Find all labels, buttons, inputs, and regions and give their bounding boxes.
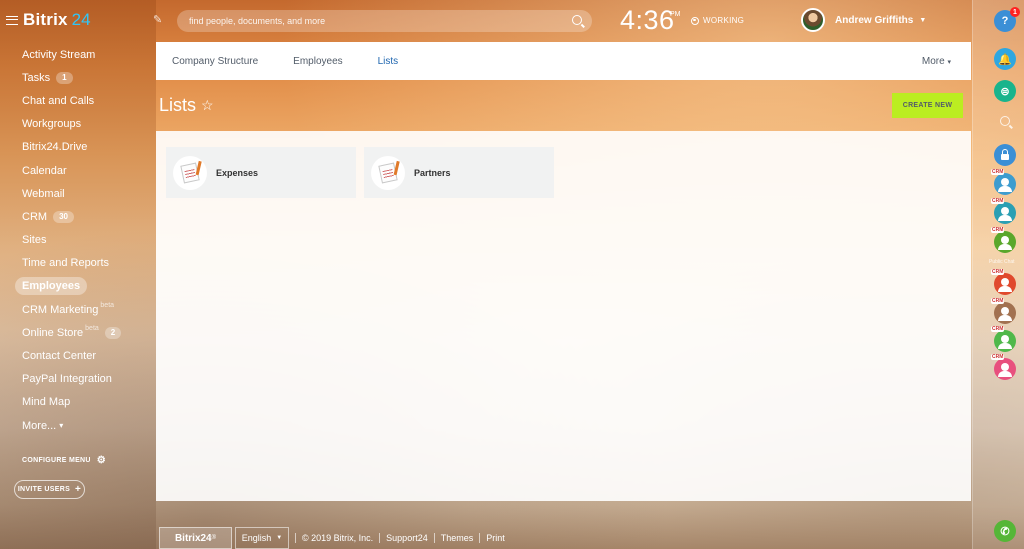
footer-link-themes[interactable]: Themes (441, 533, 474, 543)
copyright: © 2019 Bitrix, Inc. (302, 533, 374, 543)
crm-contact-icon[interactable]: CRM (991, 298, 1016, 324)
invite-users-label: INVITE USERS (17, 486, 71, 493)
crm-contact-icon[interactable]: CRM (991, 227, 1016, 253)
sidebar-item-contact-center[interactable]: Contact Center (0, 344, 156, 367)
gear-icon: ⚙ (96, 455, 107, 466)
search-icon[interactable] (572, 15, 582, 25)
plus-icon: + (75, 484, 82, 495)
lists-panel: Expenses Partners (156, 131, 971, 501)
phone-icon[interactable]: ✆ (994, 520, 1016, 542)
work-status-icon (691, 16, 699, 25)
crm-counter: 30 (53, 210, 74, 223)
work-status-label: WORKING (703, 16, 745, 25)
list-item-label: Partners (414, 167, 451, 178)
chat-icon[interactable]: ⊜ (994, 80, 1016, 102)
main-menu: Activity Stream Tasks 1 Chat and Calls Wo… (0, 43, 156, 437)
search-icon[interactable] (1000, 116, 1010, 126)
brand-logo-number[interactable]: 24 (72, 10, 91, 30)
sidebar-item-workgroups[interactable]: Workgroups (0, 113, 156, 136)
tabs-more-label: More (921, 56, 945, 67)
sidebar-item-chat-and-calls[interactable]: Chat and Calls (0, 89, 156, 112)
search-bar[interactable] (177, 10, 592, 32)
beta-badge: beta (85, 325, 99, 333)
notepad-icon (378, 162, 398, 183)
right-sidebar: ? 1 🔔 ⊜ CRM CRM CRM Public Chat CRM CRM … (972, 0, 1024, 549)
clock-ampm: PM (670, 11, 681, 18)
language-select[interactable]: English ▼ (235, 527, 289, 549)
configure-menu-button[interactable]: CONFIGURE MENU ⚙ (22, 455, 106, 466)
page-title-text: Lists (159, 95, 197, 115)
left-sidebar: Bitrix 24 Activity Stream Tasks 1 Chat an… (0, 0, 156, 549)
top-tabs: Company Structure Employees Lists More ▾ (156, 42, 971, 80)
beta-badge: beta (100, 302, 115, 310)
work-status[interactable]: WORKING (691, 16, 744, 25)
tab-lists[interactable]: Lists (378, 56, 399, 67)
sidebar-item-paypal-integration[interactable]: PayPal Integration (0, 368, 156, 391)
footer: Bitrix24 ® English ▼ © 2019 Bitrix, Inc. S… (159, 527, 505, 549)
sidebar-item-time-and-reports[interactable]: Time and Reports (0, 252, 156, 275)
footer-divider (433, 533, 435, 543)
crm-contact-icon[interactable]: CRM (991, 198, 1016, 224)
language-label: English (241, 533, 272, 543)
tab-company-structure[interactable]: Company Structure (172, 56, 258, 67)
user-menu[interactable]: Andrew Griffiths ▼ (801, 8, 926, 32)
lock-icon[interactable] (994, 144, 1016, 166)
list-icon (173, 155, 207, 190)
registered-icon: ® (211, 535, 217, 541)
user-name[interactable]: Andrew Griffiths (835, 15, 913, 26)
sidebar-item-sites[interactable]: Sites (0, 229, 156, 252)
list-item[interactable]: Partners (364, 147, 554, 198)
invite-users-button[interactable]: INVITE USERS + (14, 480, 85, 499)
chevron-down-icon: ▾ (947, 59, 951, 66)
sidebar-item-crm[interactable]: CRM 30 (0, 205, 156, 228)
sidebar-item-online-store[interactable]: Online Store beta 2 (0, 321, 156, 344)
tabs-more-button[interactable]: More ▾ (922, 56, 951, 67)
chevron-down-icon: ▼ (276, 535, 283, 541)
sidebar-item-activity-stream[interactable]: Activity Stream (0, 43, 156, 66)
footer-link-support[interactable]: Support24 (386, 533, 428, 543)
sidebar-item-calendar[interactable]: Calendar (0, 159, 156, 182)
list-item-label: Expenses (216, 167, 259, 178)
sidebar-item-mind-map[interactable]: Mind Map (0, 391, 156, 414)
create-new-button[interactable]: CREATE NEW (892, 93, 963, 118)
sidebar-item-tasks[interactable]: Tasks 1 (0, 66, 156, 89)
avatar[interactable] (801, 8, 825, 32)
star-icon[interactable]: ☆ (201, 97, 214, 114)
online-store-counter: 2 (104, 326, 122, 339)
crm-contact-icon[interactable]: CRM (991, 326, 1016, 352)
crm-contact-icon[interactable]: CRM (991, 354, 1016, 380)
footer-divider (479, 533, 481, 543)
logo-row: Bitrix 24 (0, 0, 156, 40)
configure-menu-label: CONFIGURE MENU (22, 457, 91, 464)
chevron-down-icon: ▾ (59, 421, 64, 431)
crm-contact-icon[interactable]: CRM (991, 269, 1016, 295)
brand-logo[interactable]: Bitrix (23, 10, 68, 30)
help-badge: 1 (1010, 7, 1020, 17)
list-item[interactable]: Expenses (166, 147, 356, 198)
list-icon (371, 155, 405, 190)
crm-contact-icon[interactable]: CRM (991, 169, 1016, 195)
help-icon[interactable]: ? 1 (994, 7, 1020, 32)
footer-link-print[interactable]: Print (486, 533, 505, 543)
hamburger-menu-icon[interactable] (6, 15, 18, 25)
notepad-icon (180, 162, 200, 183)
footer-divider (379, 533, 381, 543)
sidebar-item-drive[interactable]: Bitrix24.Drive (0, 136, 156, 159)
page-title: Lists ☆ (159, 95, 214, 116)
sidebar-item-more[interactable]: More... ▾ (0, 414, 156, 437)
pencil-icon[interactable]: ✎ (153, 13, 162, 26)
sidebar-item-crm-marketing[interactable]: CRM Marketing beta (0, 298, 156, 321)
tab-employees[interactable]: Employees (293, 56, 342, 67)
clock-time[interactable]: 4:36 (620, 5, 675, 36)
sidebar-item-webmail[interactable]: Webmail (0, 182, 156, 205)
tasks-counter: 1 (56, 71, 73, 84)
footer-logo[interactable]: Bitrix24 ® (159, 527, 232, 549)
footer-divider (295, 533, 296, 543)
chevron-down-icon: ▼ (919, 16, 927, 24)
search-input[interactable] (177, 10, 592, 32)
sidebar-item-employees[interactable]: Employees (0, 275, 156, 298)
bell-icon[interactable]: 🔔 (994, 48, 1016, 70)
public-chat-caption: Public Chat (989, 259, 1015, 265)
